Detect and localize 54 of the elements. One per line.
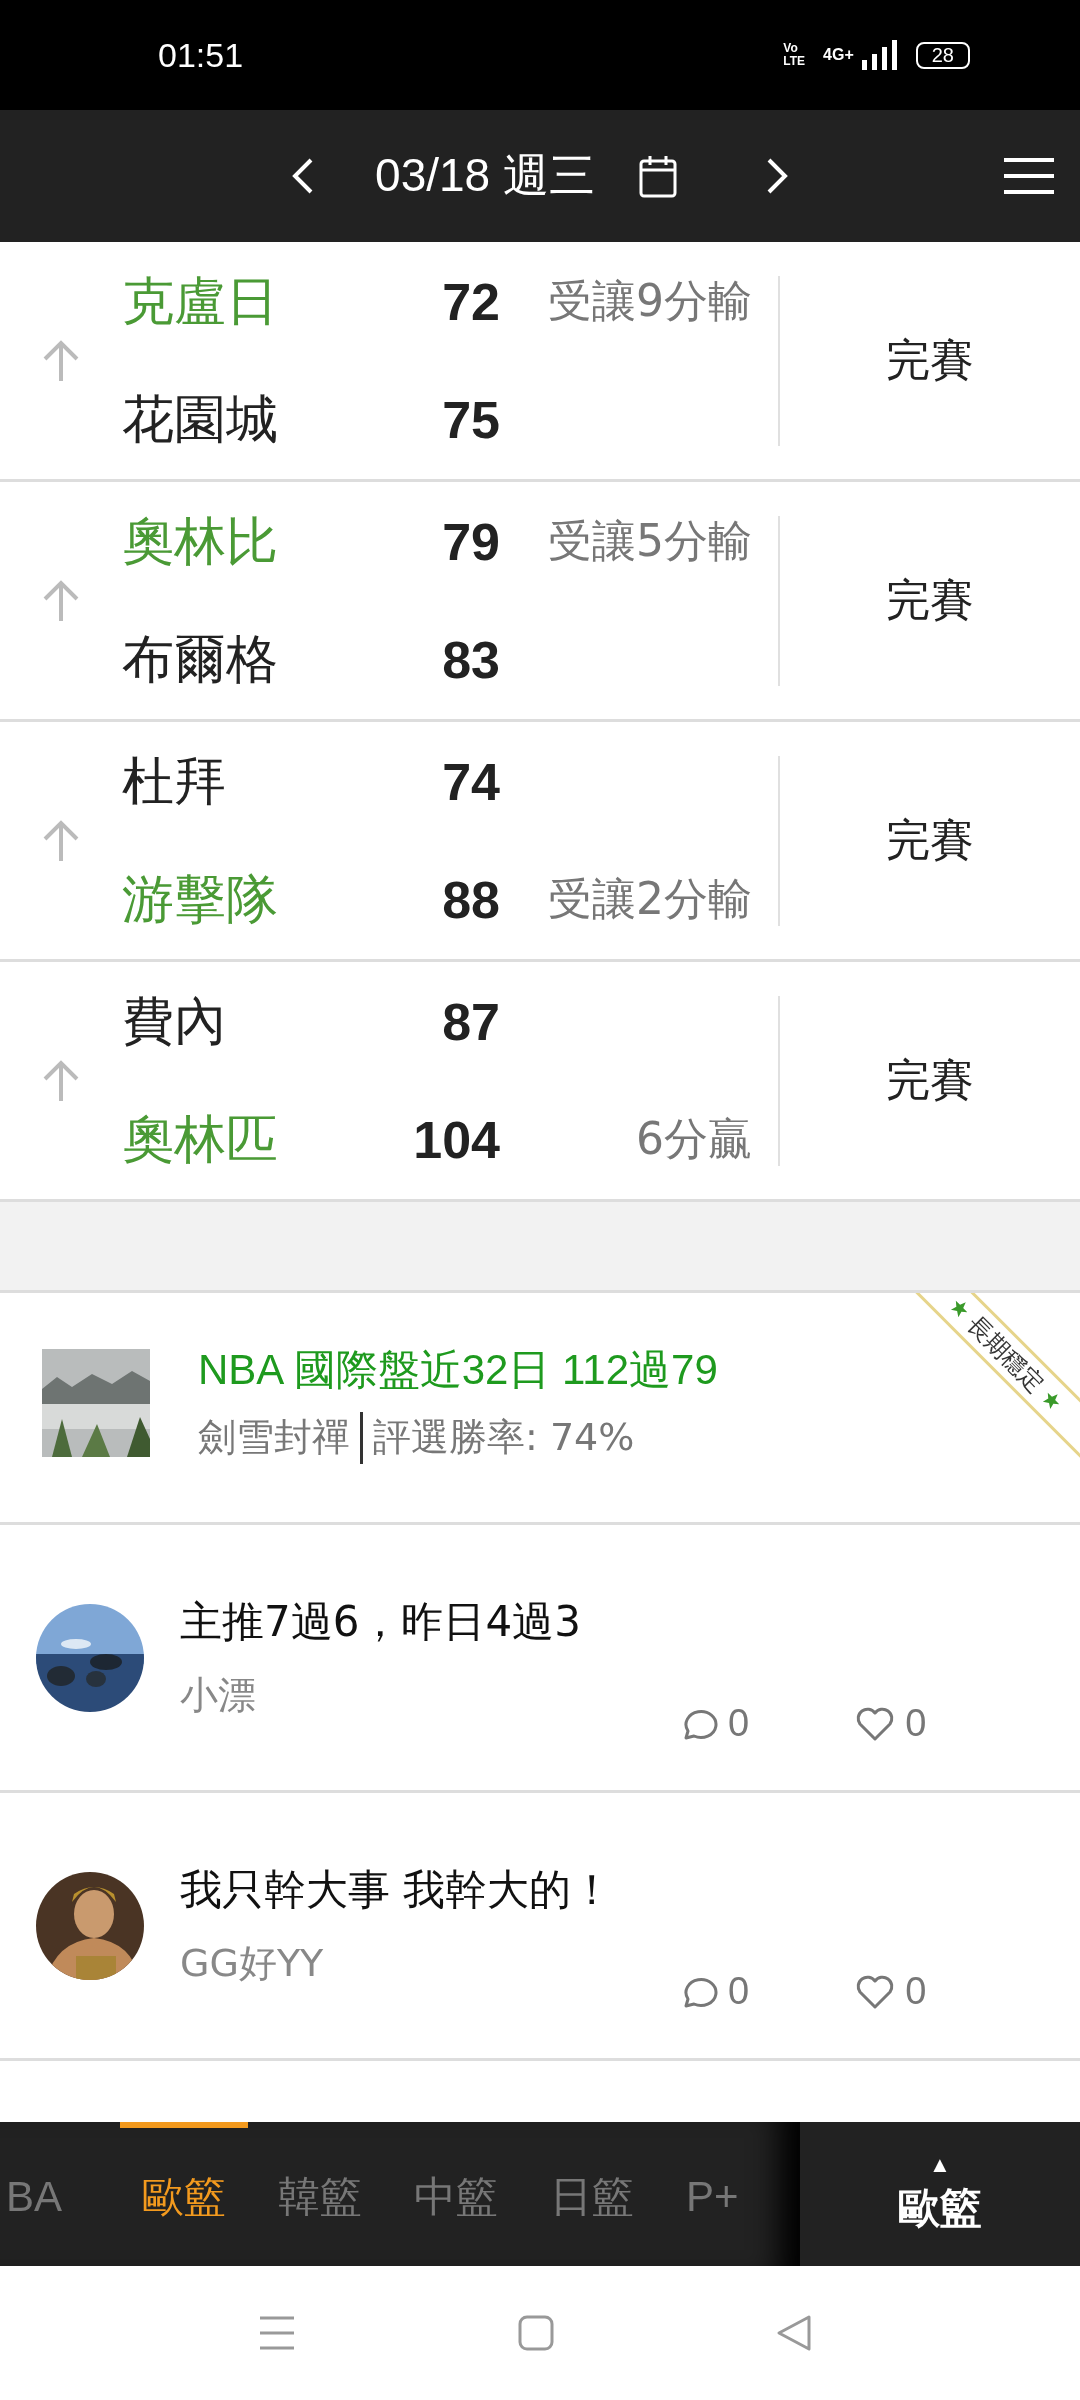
author-name: GG好YY: [180, 1940, 325, 1987]
team-score: 104: [412, 1109, 500, 1170]
team-score: 72: [441, 271, 500, 332]
league-tab[interactable]: 歐籃: [120, 2122, 249, 2266]
post-title[interactable]: 主推7過6，昨日4過3: [180, 1594, 1080, 1650]
menu-icon[interactable]: [1004, 158, 1054, 194]
author-name: 小漂: [180, 1672, 257, 1719]
recents-icon[interactable]: [258, 2315, 296, 2351]
team-name: 奧林匹: [122, 1107, 279, 1171]
game-status: 完賽: [886, 814, 974, 865]
home-icon[interactable]: [518, 2315, 554, 2351]
post-title[interactable]: NBA 國際盤近32日 112過79: [198, 1341, 718, 1398]
like-count: 0: [905, 1970, 927, 2013]
comment-count: 0: [728, 1702, 750, 1745]
team-score: 74: [441, 751, 500, 812]
back-icon[interactable]: [776, 2314, 812, 2352]
team-name: 布爾格: [122, 627, 279, 691]
league-tab[interactable]: 韓籃: [256, 2122, 385, 2266]
team-name: 克盧日: [122, 269, 279, 333]
team-score: 83: [441, 629, 500, 690]
heart-icon[interactable]: [855, 1705, 896, 1742]
team-name: 杜拜: [122, 749, 227, 813]
win-rate: 評選勝率: 74%: [373, 1414, 635, 1461]
team-score: 88: [441, 869, 500, 930]
status-time: 01:51: [158, 35, 244, 75]
team-name: 游擊隊: [122, 867, 279, 931]
signal-icon: [861, 40, 898, 70]
league-tab[interactable]: BA: [0, 2122, 85, 2266]
team-score: 79: [441, 511, 500, 572]
game-status: 完賽: [886, 574, 974, 625]
calendar-icon[interactable]: [638, 154, 677, 198]
comment-count: 0: [728, 1970, 750, 2013]
league-tab[interactable]: 中籃: [392, 2122, 521, 2266]
team-score: 87: [441, 991, 500, 1052]
handicap-result: 受讓9分輸: [548, 275, 752, 326]
heart-icon[interactable]: [855, 1973, 896, 2010]
game-status: 完賽: [886, 334, 974, 385]
volte-indicator: Vo LTE: [783, 42, 806, 68]
league-tab[interactable]: 日籃: [528, 2122, 657, 2266]
handicap-result: 受讓5分輸: [548, 515, 752, 566]
team-name: 花園城: [122, 387, 279, 451]
game-status: 完賽: [886, 1054, 974, 1105]
date-title[interactable]: 03/18 週三: [375, 145, 595, 207]
team-name: 費內: [122, 989, 227, 1053]
network-type: 4G+: [823, 46, 854, 64]
post-title[interactable]: 我只幹大事 我幹大的！: [180, 1862, 1080, 1918]
league-tab[interactable]: P+: [664, 2122, 761, 2266]
handicap-result: 受讓2分輸: [548, 873, 752, 924]
battery-indicator: 28: [915, 41, 970, 69]
handicap-result: 6分贏: [636, 1113, 752, 1164]
team-name: 奧林比: [122, 509, 279, 573]
like-count: 0: [905, 1702, 927, 1745]
author-name: 劍雪封禪: [198, 1414, 350, 1461]
team-score: 75: [441, 389, 500, 450]
